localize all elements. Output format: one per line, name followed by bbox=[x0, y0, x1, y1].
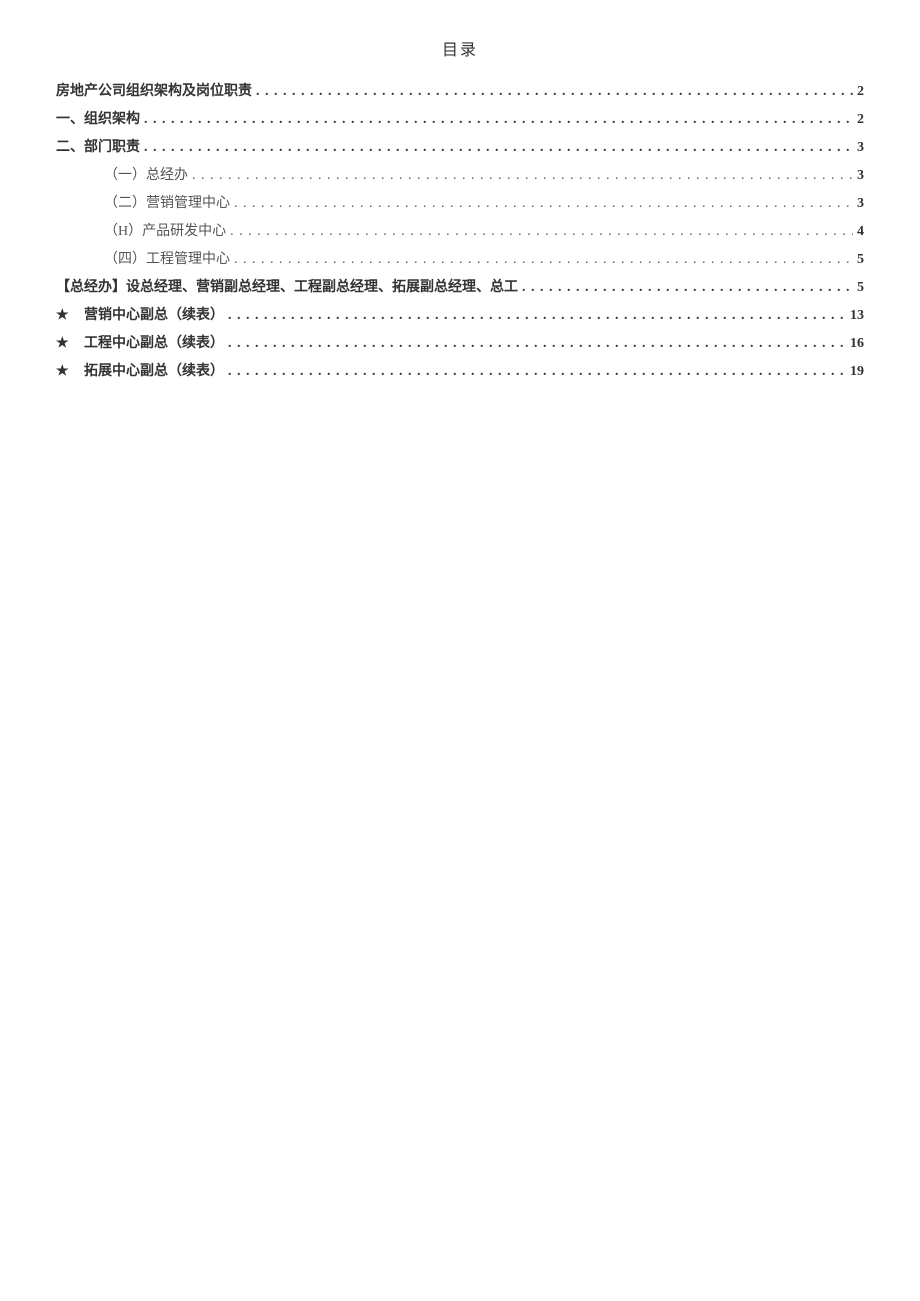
toc-entry-page: 3 bbox=[857, 134, 864, 162]
toc-leader-dots: . . . . . . . . . . . . . . . . . . . . … bbox=[234, 190, 853, 218]
toc-entry-label: （二）营销管理中心 bbox=[104, 190, 230, 218]
toc-entry-page: 5 bbox=[857, 274, 864, 302]
toc-entry-page: 16 bbox=[850, 330, 864, 358]
toc-entry[interactable]: （四）工程管理中心. . . . . . . . . . . . . . . .… bbox=[56, 246, 864, 274]
toc-entry[interactable]: ★工程中心副总（续表）. . . . . . . . . . . . . . .… bbox=[56, 330, 864, 358]
toc-leader-dots: . . . . . . . . . . . . . . . . . . . . … bbox=[144, 106, 853, 134]
toc-entry-label: 房地产公司组织架构及岗位职责 bbox=[56, 78, 252, 106]
star-icon: ★ bbox=[56, 302, 74, 330]
toc-entry[interactable]: （二）营销管理中心. . . . . . . . . . . . . . . .… bbox=[56, 190, 864, 218]
toc-entry-label: 【总经办】设总经理、营销副总经理、工程副总经理、拓展副总经理、总工 bbox=[56, 274, 518, 302]
toc-leader-dots: . . . . . . . . . . . . . . . . . . . . … bbox=[522, 274, 853, 302]
toc-entry[interactable]: 一、组织架构. . . . . . . . . . . . . . . . . … bbox=[56, 106, 864, 134]
toc-entry[interactable]: ★拓展中心副总（续表）. . . . . . . . . . . . . . .… bbox=[56, 358, 864, 386]
toc-entry[interactable]: 【总经办】设总经理、营销副总经理、工程副总经理、拓展副总经理、总工. . . .… bbox=[56, 274, 864, 302]
toc-entry[interactable]: 房地产公司组织架构及岗位职责. . . . . . . . . . . . . … bbox=[56, 78, 864, 106]
toc-entry-page: 2 bbox=[857, 78, 864, 106]
toc-leader-dots: . . . . . . . . . . . . . . . . . . . . … bbox=[256, 78, 853, 106]
toc-leader-dots: . . . . . . . . . . . . . . . . . . . . … bbox=[144, 134, 853, 162]
toc-leader-dots: . . . . . . . . . . . . . . . . . . . . … bbox=[228, 330, 846, 358]
toc-entry-page: 19 bbox=[850, 358, 864, 386]
toc-entry-label: （四）工程管理中心 bbox=[104, 246, 230, 274]
table-of-contents: 房地产公司组织架构及岗位职责. . . . . . . . . . . . . … bbox=[56, 78, 864, 386]
toc-leader-dots: . . . . . . . . . . . . . . . . . . . . … bbox=[228, 358, 846, 386]
star-icon: ★ bbox=[56, 330, 74, 358]
star-icon: ★ bbox=[56, 358, 74, 386]
toc-entry-page: 4 bbox=[857, 218, 864, 246]
toc-entry-label: ★工程中心副总（续表） bbox=[56, 330, 224, 358]
toc-entry-label: 二、部门职责 bbox=[56, 134, 140, 162]
page-title: 目录 bbox=[56, 36, 864, 60]
toc-entry-label: ★拓展中心副总（续表） bbox=[56, 358, 224, 386]
toc-entry-page: 13 bbox=[850, 302, 864, 330]
toc-entry-page: 3 bbox=[857, 190, 864, 218]
toc-entry-label: 一、组织架构 bbox=[56, 106, 140, 134]
toc-entry-label: （H）产品研发中心 bbox=[104, 218, 226, 246]
toc-leader-dots: . . . . . . . . . . . . . . . . . . . . … bbox=[230, 218, 853, 246]
toc-leader-dots: . . . . . . . . . . . . . . . . . . . . … bbox=[192, 162, 853, 190]
toc-entry-label: ★营销中心副总（续表） bbox=[56, 302, 224, 330]
toc-entry[interactable]: 二、部门职责. . . . . . . . . . . . . . . . . … bbox=[56, 134, 864, 162]
toc-leader-dots: . . . . . . . . . . . . . . . . . . . . … bbox=[228, 302, 846, 330]
toc-entry[interactable]: ★营销中心副总（续表）. . . . . . . . . . . . . . .… bbox=[56, 302, 864, 330]
toc-entry[interactable]: （一）总经办. . . . . . . . . . . . . . . . . … bbox=[56, 162, 864, 190]
toc-entry-page: 2 bbox=[857, 106, 864, 134]
toc-entry-label: （一）总经办 bbox=[104, 162, 188, 190]
toc-entry[interactable]: （H）产品研发中心. . . . . . . . . . . . . . . .… bbox=[56, 218, 864, 246]
toc-entry-page: 5 bbox=[857, 246, 864, 274]
toc-entry-page: 3 bbox=[857, 162, 864, 190]
toc-leader-dots: . . . . . . . . . . . . . . . . . . . . … bbox=[234, 246, 853, 274]
